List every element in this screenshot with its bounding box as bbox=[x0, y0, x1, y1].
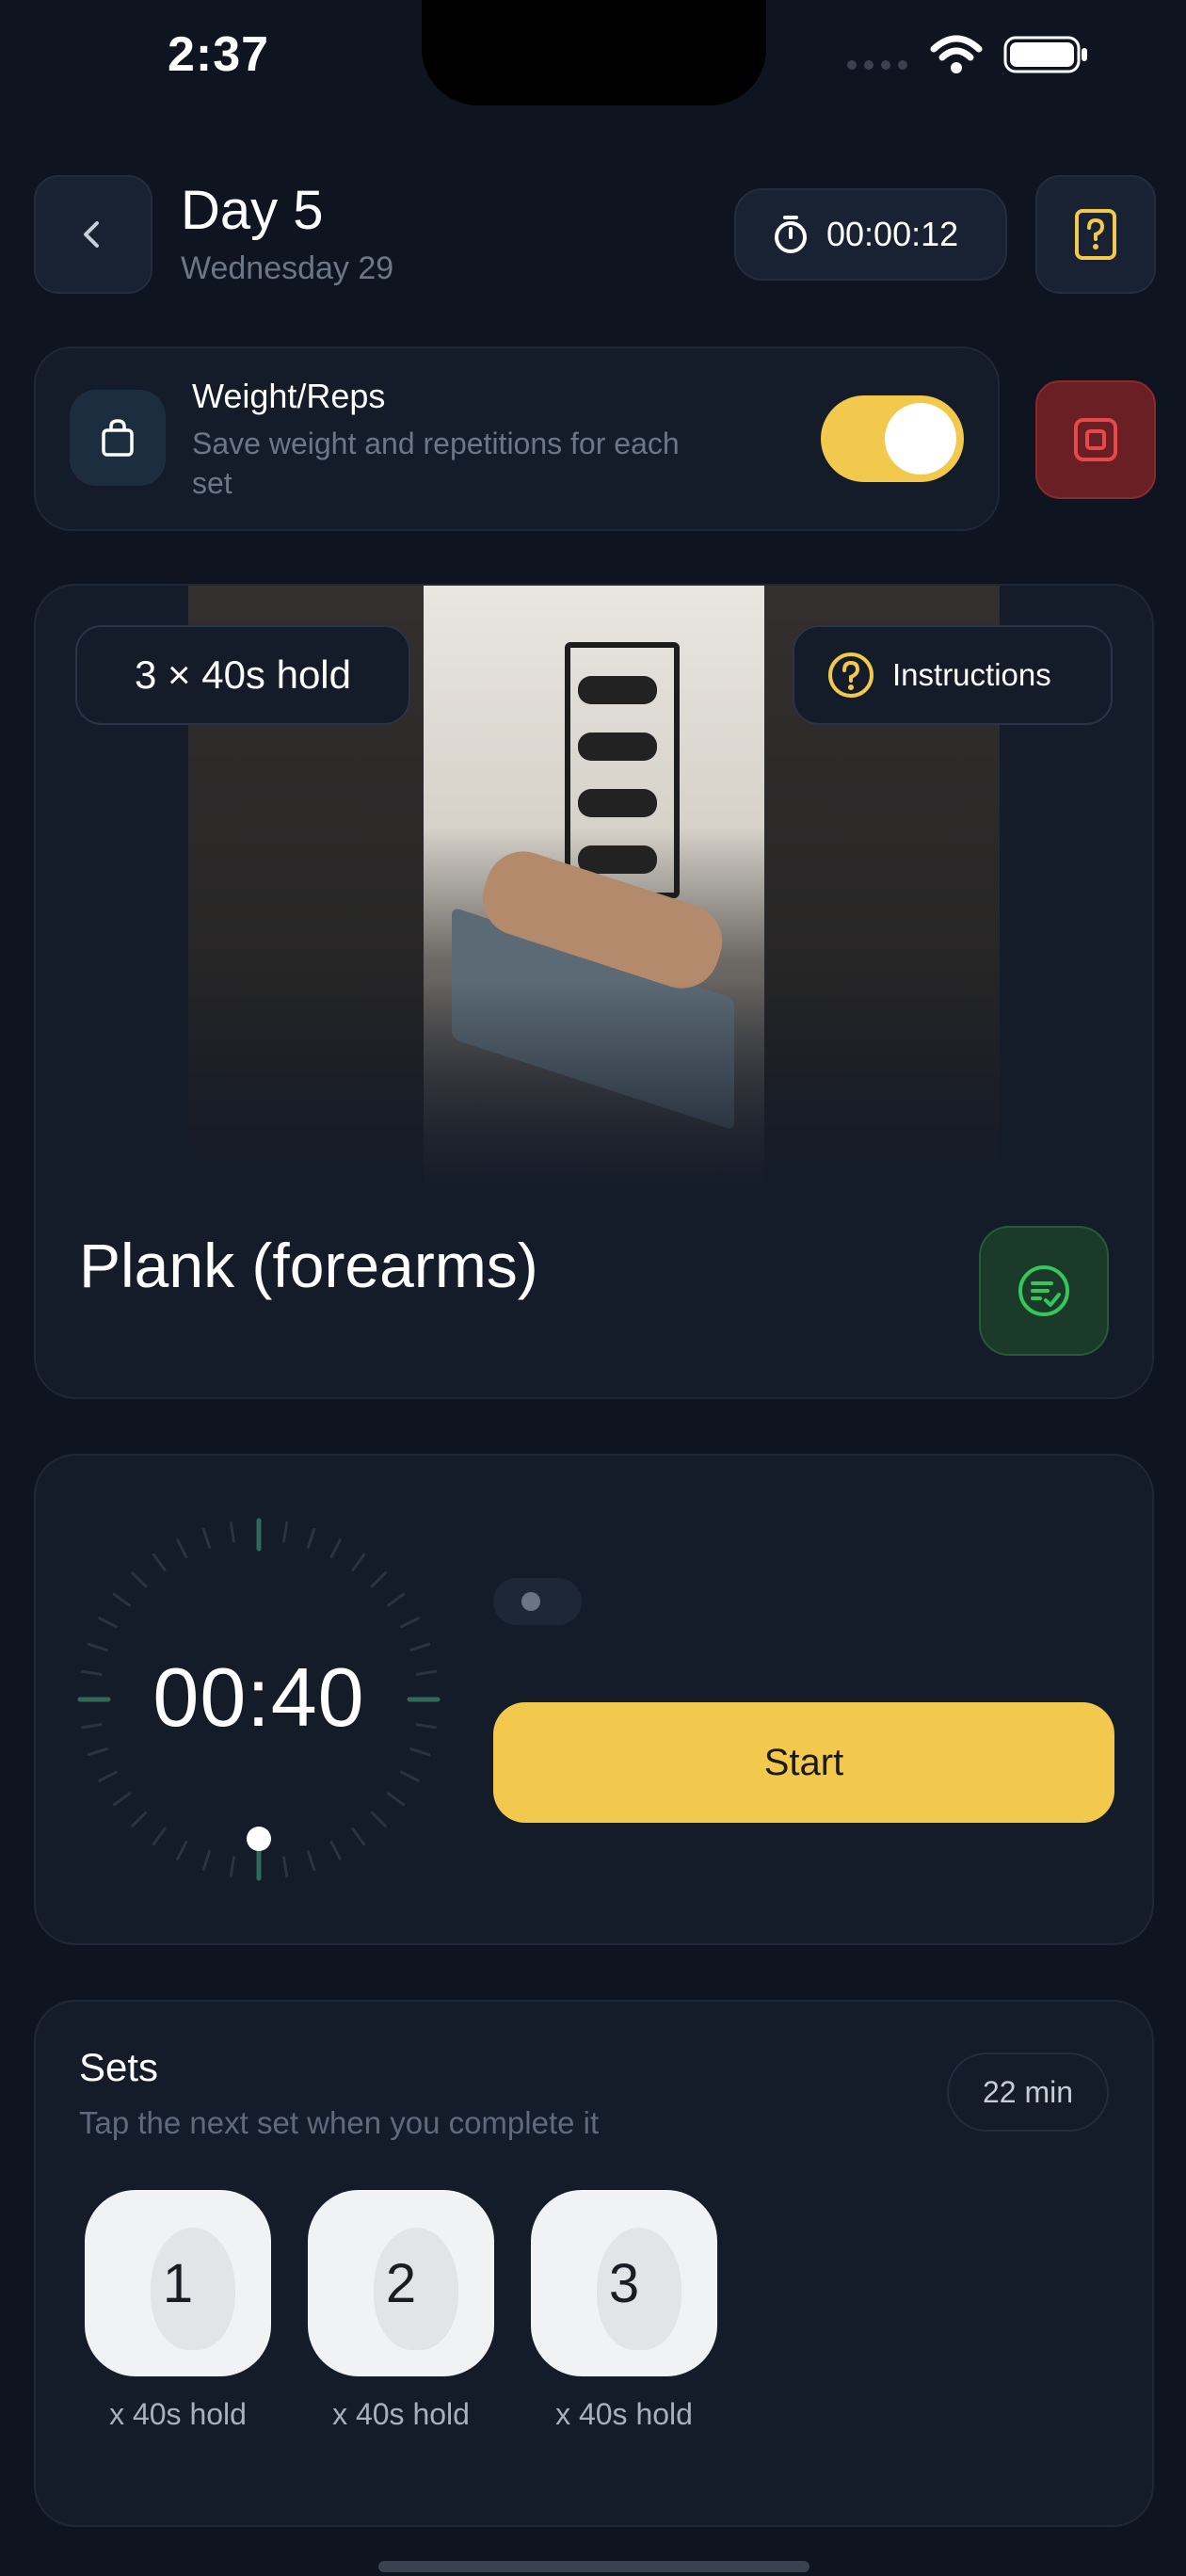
dial-tick bbox=[282, 1856, 289, 1878]
page-title: Day 5 bbox=[181, 180, 324, 241]
stop-workout-button[interactable] bbox=[1035, 380, 1156, 499]
set-number: 2 bbox=[385, 2252, 417, 2314]
set-label: x 40s hold bbox=[332, 2397, 470, 2431]
dial-tick bbox=[229, 1521, 235, 1543]
dial-tick bbox=[387, 1792, 406, 1807]
dial-tick bbox=[112, 1792, 131, 1807]
cellular-signal-icon bbox=[847, 60, 913, 70]
instructions-button[interactable]: Instructions bbox=[793, 625, 1113, 725]
dial-tick bbox=[399, 1770, 420, 1782]
status-time: 2:37 bbox=[168, 27, 270, 82]
dial-tick bbox=[307, 1850, 316, 1872]
set-tile-1[interactable]: 1 bbox=[85, 2190, 271, 2376]
question-circle-icon bbox=[828, 652, 873, 698]
dial-tick bbox=[329, 1538, 342, 1559]
stop-icon bbox=[1074, 418, 1117, 461]
set-label: x 40s hold bbox=[109, 2397, 247, 2431]
sets-title: Sets bbox=[79, 2045, 159, 2089]
toggle-knob bbox=[885, 403, 956, 475]
dial-tick bbox=[229, 1856, 235, 1878]
timer-mode-toggle[interactable] bbox=[493, 1578, 582, 1625]
complete-exercise-button[interactable] bbox=[979, 1226, 1109, 1356]
dial-tick bbox=[98, 1770, 119, 1782]
dynamic-island bbox=[422, 0, 766, 105]
elapsed-timer: 00:00:12 bbox=[734, 188, 1007, 281]
dial-tick bbox=[370, 1571, 387, 1588]
set-label: x 40s hold bbox=[555, 2397, 693, 2431]
dial-tick bbox=[112, 1592, 131, 1607]
bag-icon bbox=[70, 390, 166, 486]
video-fade bbox=[188, 981, 1000, 1188]
dial-tick bbox=[307, 1527, 316, 1549]
dial-tick bbox=[387, 1592, 406, 1607]
set-tile-3[interactable]: 3 bbox=[531, 2190, 717, 2376]
wifi-icon bbox=[930, 34, 983, 80]
dial-tick bbox=[370, 1811, 387, 1827]
home-indicator bbox=[378, 2561, 809, 2572]
instructions-label: Instructions bbox=[892, 657, 1051, 692]
dial-tick bbox=[329, 1840, 342, 1860]
battery-icon bbox=[1003, 36, 1090, 78]
dial-tick bbox=[87, 1747, 108, 1757]
exercise-name: Plank (forearms) bbox=[79, 1231, 538, 1300]
dial-tick bbox=[131, 1571, 148, 1588]
dial-tick bbox=[399, 1617, 420, 1629]
dial-tick bbox=[98, 1617, 119, 1629]
page-subtitle: Wednesday 29 bbox=[181, 250, 394, 286]
dial-tick bbox=[351, 1827, 366, 1846]
dial-tick bbox=[282, 1521, 289, 1543]
weight-reps-toggle[interactable] bbox=[821, 395, 964, 482]
dial-tick bbox=[131, 1811, 148, 1827]
stopwatch-icon bbox=[775, 216, 807, 253]
elapsed-time: 00:00:12 bbox=[826, 215, 959, 253]
countdown-display: 00:40 bbox=[152, 1650, 365, 1744]
start-button[interactable]: Start bbox=[493, 1702, 1114, 1823]
weight-reps-description: Save weight and repetitions for each set bbox=[192, 427, 680, 500]
target-pill: 3 × 40s hold bbox=[75, 625, 410, 725]
back-button[interactable] bbox=[34, 175, 152, 294]
dial-tick bbox=[409, 1747, 431, 1757]
help-button[interactable] bbox=[1035, 175, 1156, 294]
duration-badge: 22 min bbox=[947, 2053, 1109, 2132]
back-icon bbox=[84, 221, 99, 248]
dial-tick bbox=[176, 1840, 188, 1860]
question-doc-icon bbox=[1075, 209, 1116, 260]
dial-indicator bbox=[247, 1827, 271, 1851]
dial-tick bbox=[201, 1527, 211, 1549]
dial-tick bbox=[176, 1538, 188, 1559]
set-number: 3 bbox=[608, 2252, 640, 2314]
dial-tick bbox=[201, 1850, 211, 1872]
sets-description: Tap the next set when you complete it bbox=[79, 2105, 600, 2140]
dial-tick bbox=[152, 1553, 167, 1571]
set-number: 1 bbox=[162, 2252, 194, 2314]
checklist-icon bbox=[1018, 1265, 1069, 1316]
dial-tick bbox=[351, 1553, 366, 1571]
dial-tick bbox=[152, 1827, 167, 1846]
set-tile-2[interactable]: 2 bbox=[308, 2190, 494, 2376]
dumbbell-rack bbox=[565, 642, 680, 898]
weight-reps-title: Weight/Reps bbox=[192, 377, 386, 415]
